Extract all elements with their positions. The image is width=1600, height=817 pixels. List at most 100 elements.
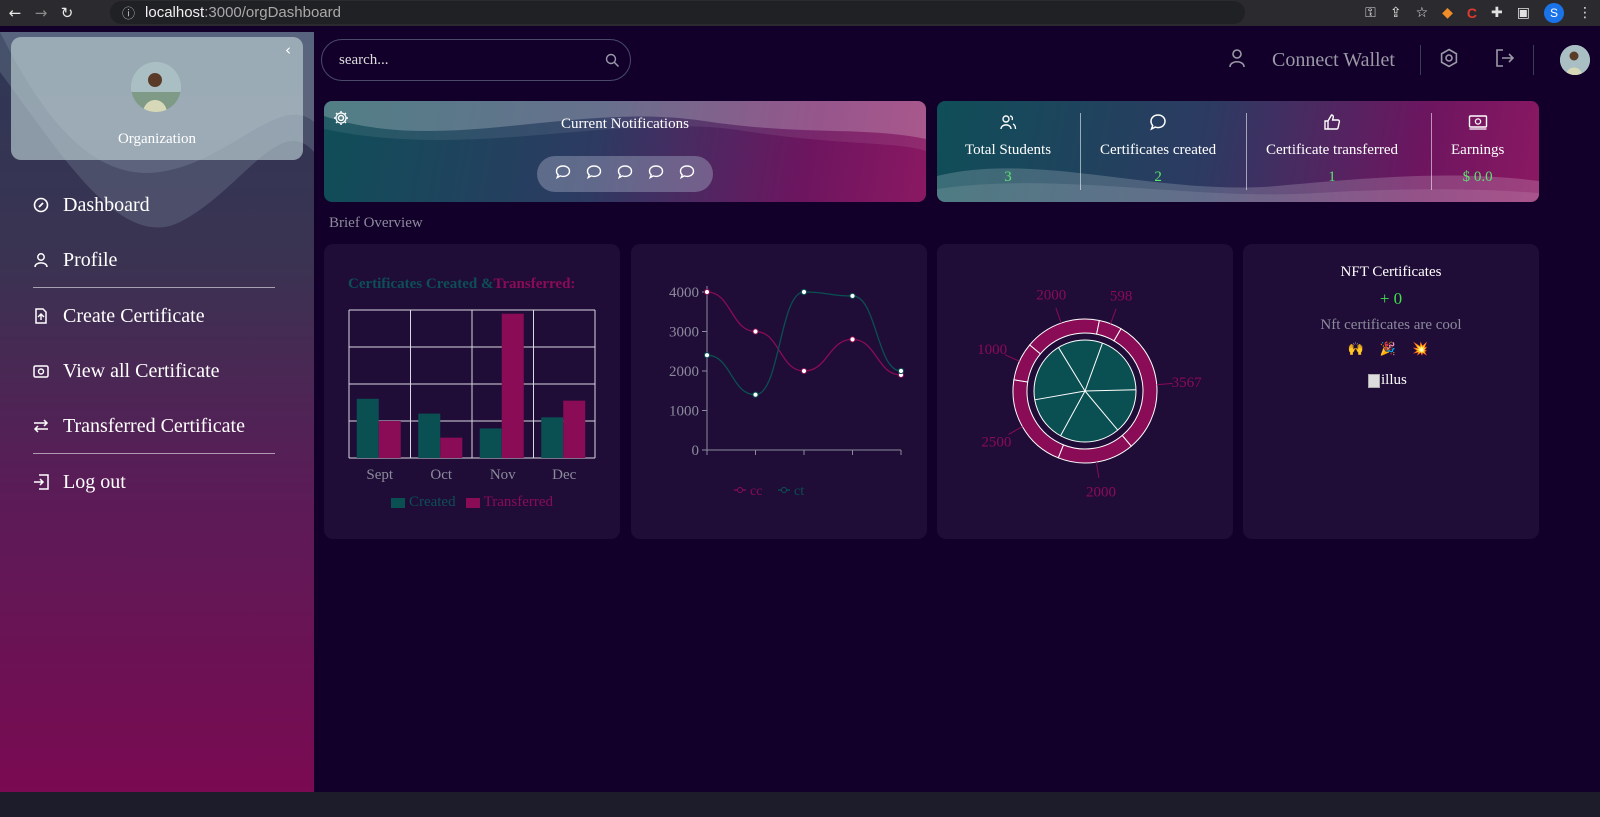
- data-point-ct: [897, 367, 905, 375]
- slice-label-connector: [1008, 426, 1023, 435]
- stat-value: 1: [1328, 169, 1336, 185]
- comment-icon: [1149, 113, 1167, 133]
- reload-icon[interactable]: ↻: [56, 2, 78, 24]
- search-input[interactable]: search...: [321, 39, 631, 81]
- account-icon[interactable]: [1228, 48, 1246, 73]
- data-point-cc: [849, 336, 856, 343]
- pie-chart: 3567 2000 2500 1000 2000 598: [977, 288, 1203, 501]
- slice-label: 2500: [981, 434, 1011, 450]
- bar-created: [356, 398, 379, 458]
- data-point-cc: [752, 328, 759, 335]
- bar-created: [541, 417, 564, 458]
- settings-icon[interactable]: [1439, 48, 1459, 73]
- bar-created: [418, 413, 441, 458]
- x-tick-label: Sept: [366, 467, 394, 483]
- share-icon[interactable]: ⇪: [1390, 5, 1402, 21]
- slice-label: 1000: [977, 342, 1007, 358]
- dashboard-icon: [33, 197, 49, 213]
- slice-label: 3567: [1172, 375, 1203, 391]
- data-point-ct: [752, 391, 759, 398]
- menu-divider: [33, 287, 275, 288]
- slice-label-connector: [1156, 382, 1173, 386]
- forward-icon[interactable]: →: [30, 2, 52, 24]
- legend-label: Created: [408, 494, 456, 510]
- y-tick-label: 1000: [669, 404, 699, 420]
- metamask-icon[interactable]: ◆: [1442, 5, 1453, 21]
- sidebar-item-label: Transferred Certificate: [63, 414, 245, 437]
- back-icon[interactable]: ←: [4, 2, 26, 24]
- sidebar-item-label: Log out: [63, 470, 126, 493]
- y-tick-label: 3000: [669, 325, 699, 341]
- legend-label: ct: [794, 484, 804, 499]
- puzzle-icon[interactable]: ✚: [1491, 5, 1503, 21]
- legend-item-transferred[interactable]: Transferred: [465, 494, 553, 511]
- legend-swatch: [390, 497, 405, 508]
- connect-wallet-button[interactable]: Connect Wallet: [1272, 49, 1395, 72]
- menu-icon[interactable]: ⋮: [1578, 5, 1592, 21]
- y-tick-label: 4000: [669, 285, 699, 301]
- stat-certificates-created: Certificates created 2: [1100, 113, 1216, 189]
- sidebar-menu: Dashboard Profile Create Certificate Vie…: [33, 185, 275, 502]
- chat-bubble-icon[interactable]: [586, 164, 602, 185]
- organization-name: Organization: [117, 131, 197, 147]
- key-icon[interactable]: ⚿: [1365, 5, 1376, 21]
- user-avatar[interactable]: [1560, 45, 1590, 75]
- stat-value: $ 0.0: [1462, 169, 1493, 185]
- chat-bubble-icon[interactable]: [617, 164, 633, 185]
- y-tick-label: 2000: [669, 364, 699, 380]
- bar-chart-card: Certificates Created &Transferred: Sept O…: [324, 244, 620, 539]
- sidepanel-icon[interactable]: ▣: [1517, 5, 1530, 21]
- divider: [1420, 45, 1421, 75]
- notifications-title: Current Notifications: [561, 116, 689, 132]
- search-placeholder: search...: [339, 51, 389, 68]
- bar-transferred: [563, 400, 586, 458]
- legend-item-created[interactable]: Created: [390, 494, 456, 511]
- x-tick-label: Oct: [430, 467, 452, 483]
- bar-transferred: [501, 313, 524, 458]
- address-bar[interactable]: ⓘ localhost:3000/orgDashboard: [110, 1, 1245, 24]
- info-icon[interactable]: ⓘ: [122, 3, 135, 22]
- sidebar-item-profile[interactable]: Profile: [33, 240, 275, 280]
- organization-avatar[interactable]: [131, 62, 181, 112]
- profile-avatar[interactable]: S: [1544, 3, 1564, 23]
- money-icon: [1468, 113, 1488, 133]
- chat-bubble-icon[interactable]: [648, 164, 664, 185]
- search-icon[interactable]: [605, 53, 620, 73]
- stat-label: Total Students: [965, 142, 1052, 158]
- legend-marker: [737, 487, 743, 493]
- collapse-sidebar-icon[interactable]: ‹: [285, 41, 291, 59]
- x-tick-label: Nov: [490, 467, 516, 483]
- x-tick-label: Dec: [552, 467, 576, 483]
- sidebar-item-dashboard[interactable]: Dashboard: [33, 185, 275, 225]
- star-icon[interactable]: ☆: [1416, 5, 1429, 21]
- nft-illustration-image: illus: [1368, 372, 1407, 389]
- stat-label: Earnings: [1451, 142, 1505, 158]
- divider: [1080, 113, 1081, 190]
- series-line-cc: [706, 291, 902, 376]
- slice-label-connector: [1095, 462, 1100, 478]
- sidebar-item-create-certificate[interactable]: Create Certificate: [33, 296, 275, 336]
- chat-bubble-icon[interactable]: [679, 164, 695, 185]
- slice-label: 598: [1110, 289, 1133, 305]
- legend-marker: [781, 487, 787, 493]
- image-alt-text: illus: [1381, 372, 1407, 388]
- data-point-cc: [800, 367, 808, 375]
- chat-bubble-icon[interactable]: [555, 164, 571, 185]
- sidebar-item-transferred-certificate[interactable]: Transferred Certificate: [33, 406, 275, 446]
- slice-label: 2000: [1086, 485, 1116, 501]
- logout-icon[interactable]: [1495, 48, 1515, 73]
- extension-c-icon[interactable]: C: [1467, 5, 1477, 21]
- sidebar-item-logout[interactable]: Log out: [33, 462, 275, 502]
- os-taskbar: [0, 792, 1600, 817]
- thumbs-up-icon: [1323, 113, 1341, 133]
- sidebar-item-view-all-certificate[interactable]: View all Certificate: [33, 351, 275, 391]
- sidebar-item-label: Create Certificate: [63, 304, 205, 327]
- slice-label-connector: [1055, 307, 1062, 324]
- notification-bubbles[interactable]: [537, 156, 713, 192]
- data-point-ct: [800, 288, 808, 296]
- stat-label: Certificate transferred: [1266, 142, 1399, 158]
- nft-emoji: 🙌 🎉 💥: [1347, 342, 1435, 357]
- sidebar: ‹ Organization Dashboard Profile Create …: [0, 32, 314, 792]
- logout-icon: [33, 474, 49, 490]
- bar-transferred: [378, 421, 401, 458]
